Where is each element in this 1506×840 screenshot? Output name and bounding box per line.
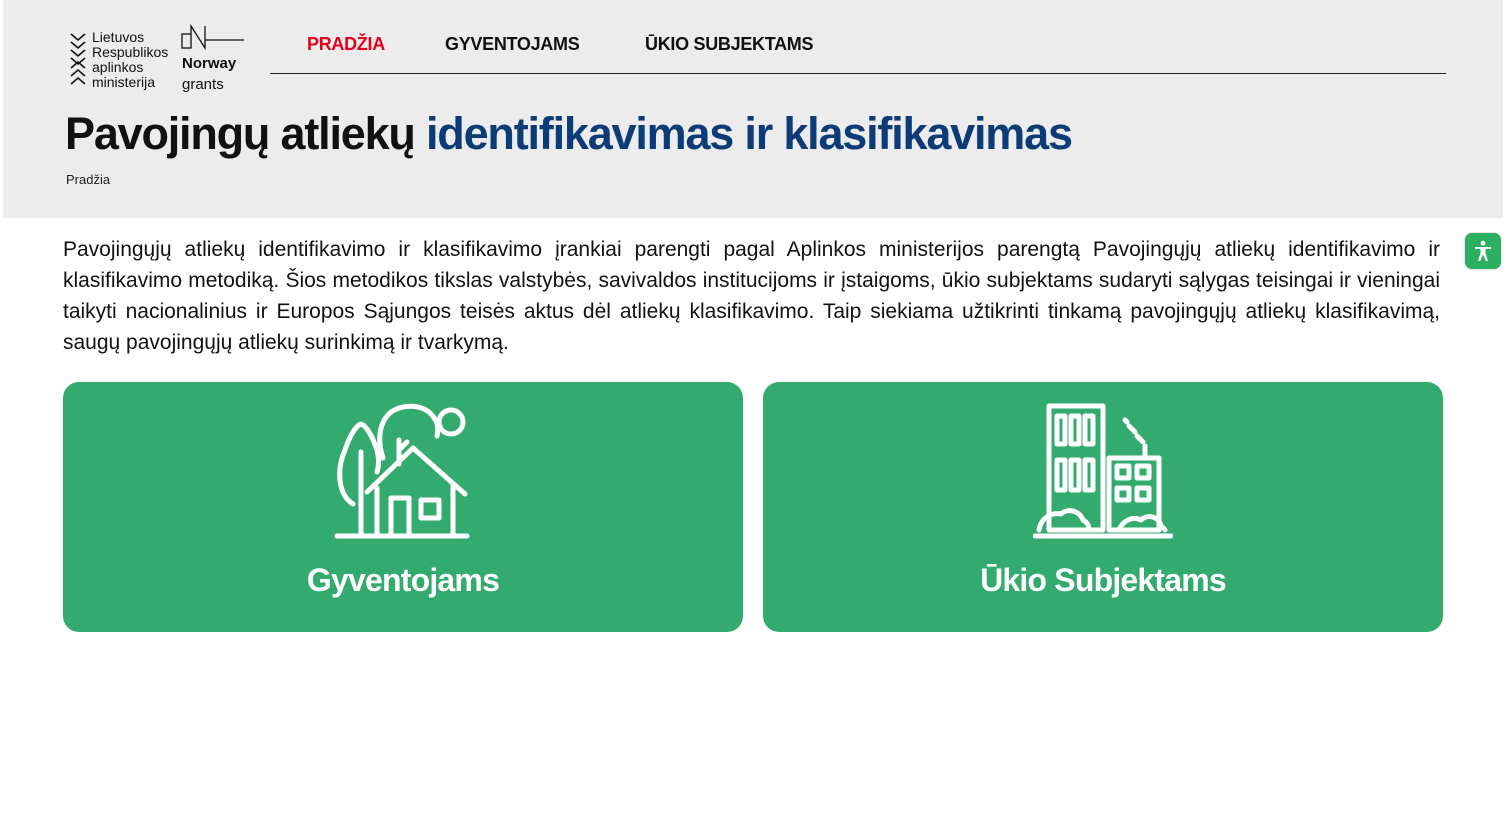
nav-item-ukio-subjektams[interactable]: ŪKIO SUBJEKTAMS [645, 34, 813, 55]
card-label: Ūkio Subjektams [980, 562, 1227, 598]
norway-word: Norway [182, 55, 237, 72]
norway-grants-emblem-icon [181, 24, 244, 51]
page-title-main: Pavojingų atliekų [65, 108, 426, 159]
ministry-line: Respublikos [92, 44, 169, 60]
norway-grants-logo[interactable]: Norway grants [181, 24, 247, 96]
card-ukio-subjektams[interactable]: Ūkio Subjektams [763, 382, 1443, 632]
ministry-name: Lietuvos Respublikos aplinkos ministerij… [92, 30, 168, 90]
grants-word: grants [182, 76, 224, 93]
factory-buildings-icon [1033, 403, 1173, 539]
nav-item-gyventojams[interactable]: GYVENTOJAMS [445, 34, 580, 55]
card-label: Gyventojams [306, 562, 500, 598]
ministry-line: aplinkos [92, 59, 144, 75]
ministry-logo[interactable]: Lietuvos Respublikos aplinkos ministerij… [69, 30, 179, 90]
house-with-trees-icon [334, 403, 470, 539]
page-title: Pavojingų atliekų identifikavimas ir kla… [65, 108, 1073, 160]
accessibility-button[interactable] [1464, 232, 1502, 270]
card-gyventojams[interactable]: Gyventojams [63, 382, 743, 632]
ministry-emblem-icon [70, 33, 86, 85]
intro-paragraph: Pavojingųjų atliekų identifikavimo ir kl… [63, 238, 1440, 354]
main-navigation: PRADŽIA GYVENTOJAMS ŪKIO SUBJEKTAMS [270, 28, 1446, 74]
ministry-line: ministerija [92, 74, 156, 90]
breadcrumb-home[interactable]: Pradžia [66, 172, 110, 187]
page-title-accent: identifikavimas ir klasifikavimas [426, 108, 1073, 159]
ministry-line: Lietuvos [92, 29, 145, 45]
nav-item-pradzia[interactable]: PRADŽIA [307, 34, 385, 55]
page-header: Lietuvos Respublikos aplinkos ministerij… [3, 0, 1503, 218]
accessibility-person-icon [1475, 240, 1491, 261]
